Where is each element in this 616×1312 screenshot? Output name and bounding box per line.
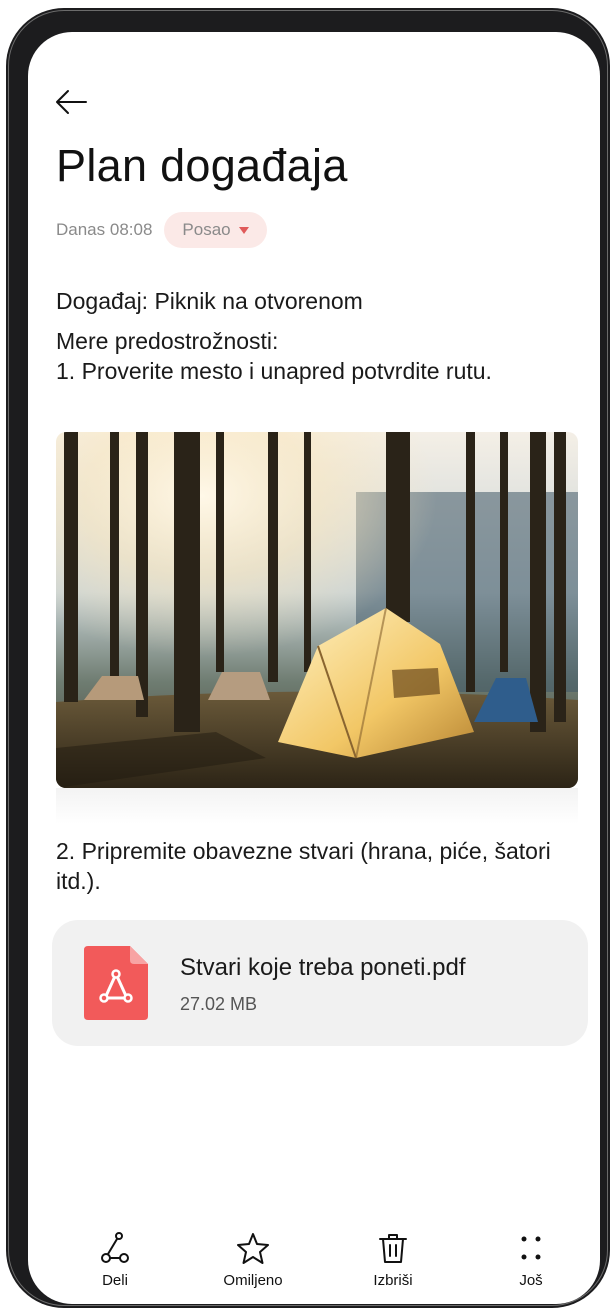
screen: Plan događaja Danas 08:08 Posao Događaj:…: [28, 32, 600, 1304]
note-line-event[interactable]: Događaj: Piknik na otvorenom: [56, 286, 363, 316]
favorite-button[interactable]: Omiljeno: [208, 1228, 298, 1289]
photo-shadow: [56, 788, 578, 824]
note-line-step1: 1. Proverite mesto i unapred potvrdite r…: [56, 358, 492, 384]
back-button[interactable]: [54, 84, 94, 120]
note-paragraph[interactable]: Mere predostrožnosti: 1. Proverite mesto…: [56, 326, 492, 386]
share-label: Deli: [102, 1272, 128, 1289]
category-dropdown[interactable]: Posao: [164, 212, 267, 248]
note-date: Danas 08:08: [56, 220, 153, 239]
share-button[interactable]: Deli: [70, 1228, 160, 1289]
delete-label: Izbriši: [373, 1272, 413, 1289]
phone-frame: Plan događaja Danas 08:08 Posao Događaj:…: [6, 8, 610, 1308]
bottom-toolbar: Deli Omiljeno Izbriši Još: [28, 1228, 600, 1304]
camping-photo[interactable]: [56, 432, 578, 788]
trash-icon: [379, 1234, 407, 1263]
note-line-precautions: Mere predostrožnosti:: [56, 328, 279, 354]
attachment-card[interactable]: Stvari koje treba poneti.pdf 27.02 MB: [52, 920, 588, 1046]
attachment-name: Stvari koje treba poneti.pdf: [180, 954, 466, 981]
note-line-step2[interactable]: 2. Pripremite obavezne stvari (hrana, pi…: [56, 836, 576, 896]
category-label: Posao: [182, 220, 231, 239]
favorite-label: Omiljeno: [223, 1272, 283, 1289]
star-icon: [237, 1233, 269, 1264]
attachment-size: 27.02 MB: [180, 994, 258, 1014]
more-button[interactable]: Još: [486, 1228, 576, 1289]
more-dots-icon: [521, 1236, 541, 1260]
more-label: Još: [519, 1272, 543, 1289]
page-title: Plan događaja: [56, 140, 348, 191]
delete-button[interactable]: Izbriši: [348, 1228, 438, 1289]
share-icon: [101, 1232, 129, 1263]
note-meta: Danas 08:08 Posao: [56, 212, 267, 248]
arrow-left-icon: [56, 90, 87, 114]
caret-down-icon: [238, 226, 249, 234]
pdf-file-icon: [84, 946, 148, 1020]
